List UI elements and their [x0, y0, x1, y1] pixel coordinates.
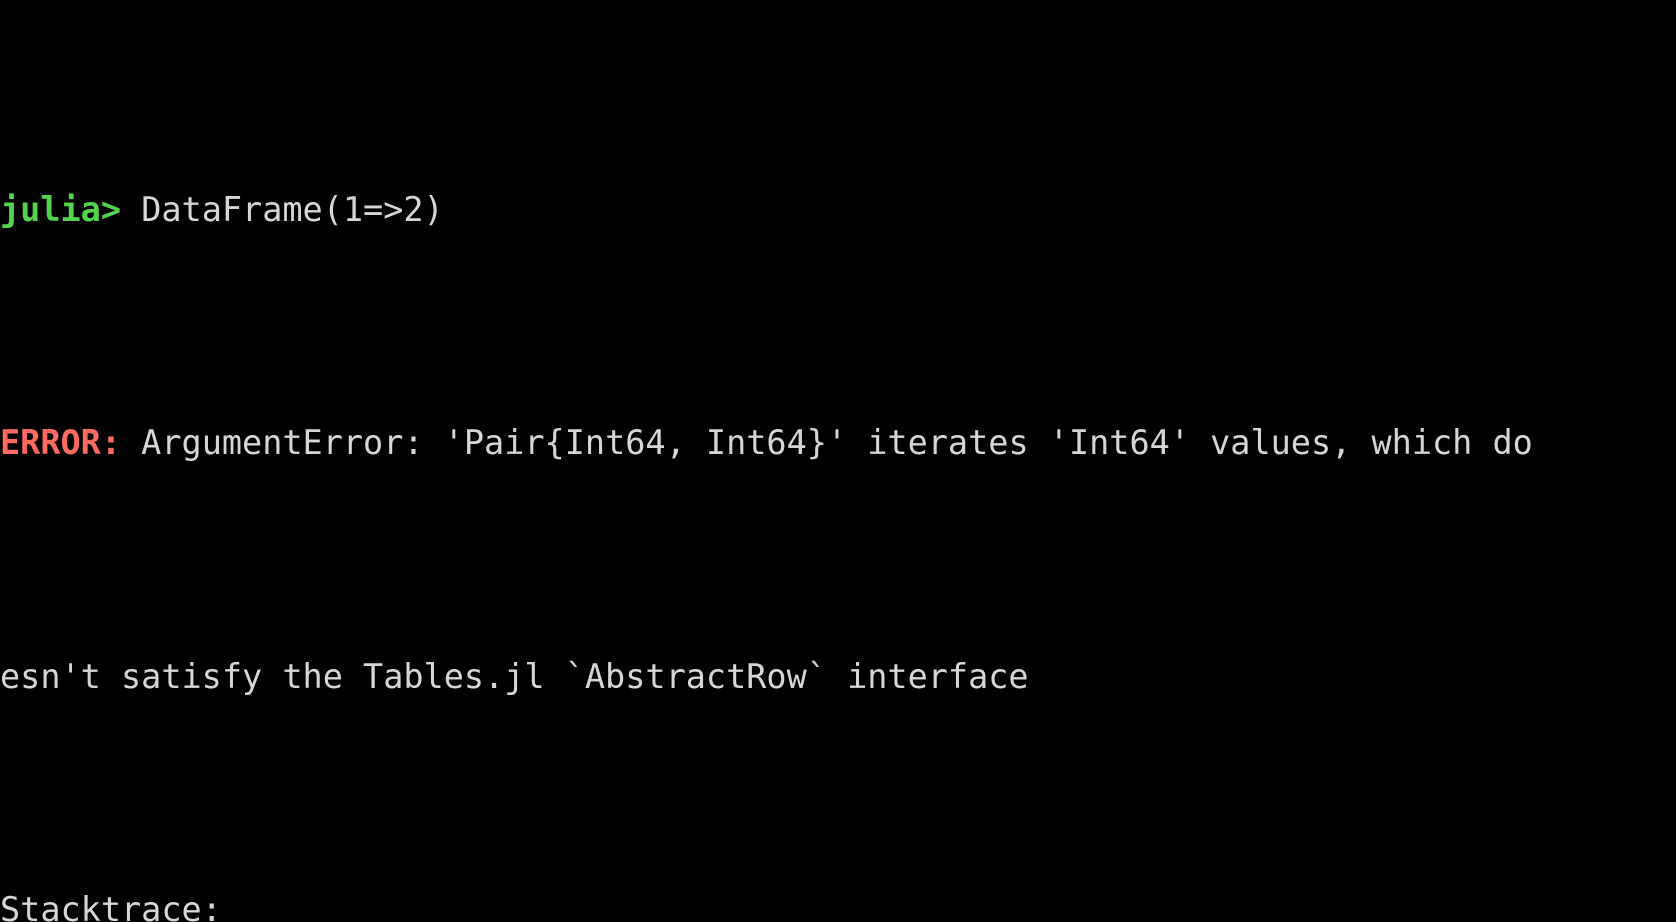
- terminal-output[interactable]: julia> DataFrame(1=>2) ERROR: ArgumentEr…: [0, 0, 1676, 922]
- stacktrace-header-label: Stacktrace:: [0, 890, 222, 922]
- error-message-part2: esn't satisfy the Tables.jl `AbstractRow…: [0, 656, 1029, 696]
- error-line-2: esn't satisfy the Tables.jl `AbstractRow…: [0, 654, 1676, 701]
- stacktrace-header: Stacktrace:: [0, 887, 1676, 922]
- error-line-1: ERROR: ArgumentError: 'Pair{Int64, Int64…: [0, 420, 1676, 467]
- error-label: ERROR:: [0, 423, 122, 463]
- julia-prompt-label: julia>: [0, 189, 122, 229]
- error-message-part1: ArgumentError: 'Pair{Int64, Int64}' iter…: [121, 423, 1533, 463]
- repl-command-text[interactable]: DataFrame(1=>2): [141, 190, 444, 229]
- repl-prompt-line: julia> DataFrame(1=>2): [0, 187, 1676, 234]
